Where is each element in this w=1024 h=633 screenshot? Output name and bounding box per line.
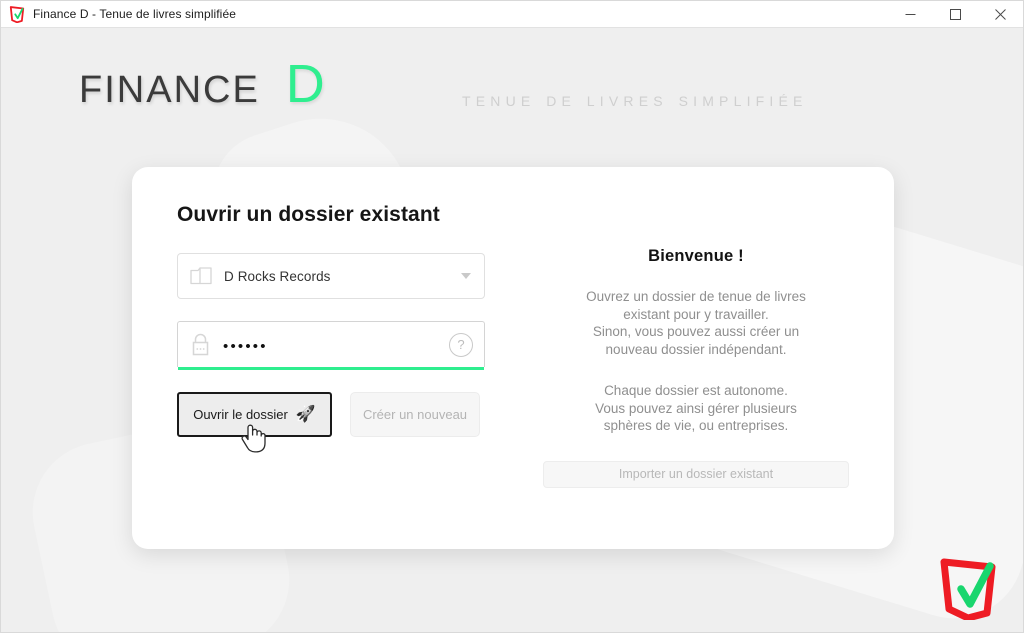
maximize-icon — [950, 8, 961, 20]
welcome-line: sphères de vie, ou entreprises. — [603, 418, 789, 433]
minimize-button[interactable] — [888, 1, 933, 28]
brand-tagline: Tenue de livres simplifiée — [462, 89, 808, 111]
form-button-row: Ouvrir le dossier 🚀 Créer un nouveau — [177, 392, 485, 453]
welcome-line: Vous pouvez ainsi gérer plusieurs — [595, 400, 797, 416]
brand-accent-letter: D — [285, 54, 325, 114]
titlebar: Finance D - Tenue de livres simplifiée — [1, 1, 1023, 28]
card-title: Ouvrir un dossier existant — [177, 203, 440, 226]
welcome-title: Bienvenue ! — [648, 247, 744, 265]
welcome-line: Sinon, vous pouvez aussi créer un — [592, 324, 800, 339]
maximize-button[interactable] — [933, 1, 978, 28]
folder-select-value: D Rocks Records — [224, 268, 331, 284]
welcome-panel: Bienvenue ! Ouvrez un dossier de tenue d… — [541, 247, 851, 488]
minimize-icon — [905, 13, 916, 15]
welcome-paragraph-2: Chaque dossier est autonome. Vous pouvez… — [541, 382, 851, 435]
password-focus-underline — [178, 367, 484, 370]
open-folder-button[interactable]: Ouvrir le dossier 🚀 — [177, 392, 332, 437]
open-folder-form: D Rocks Records •••••• ? Ouvrir le dossi… — [177, 253, 485, 453]
password-help-icon[interactable]: ? — [449, 332, 473, 357]
create-new-folder-button-label: Créer un nouveau — [362, 407, 468, 422]
app-icon — [9, 6, 25, 23]
close-button[interactable] — [978, 1, 1023, 28]
brand-name: Finance — [79, 54, 260, 114]
password-masked-value: •••••• — [223, 337, 268, 355]
app-window: Finance D - Tenue de livres simplifiée f… — [0, 0, 1024, 633]
folder-select[interactable]: D Rocks Records — [177, 253, 485, 299]
chevron-down-icon[interactable] — [461, 273, 471, 279]
welcome-line: nouveau dossier indépendant. — [605, 341, 787, 357]
welcome-line: existant pour y travailler. — [623, 306, 769, 322]
corner-logo-icon — [940, 558, 996, 620]
welcome-line: Chaque dossier est autonome. — [604, 383, 788, 398]
window-controls — [888, 1, 1023, 28]
folder-icon — [190, 267, 212, 285]
open-folder-button-label: Ouvrir le dossier — [193, 407, 288, 422]
create-new-folder-button[interactable]: Créer un nouveau — [350, 392, 480, 437]
welcome-paragraph-1: Ouvrez un dossier de tenue de livres exi… — [541, 288, 851, 358]
rocket-icon: 🚀 — [295, 405, 316, 423]
close-icon — [995, 8, 1006, 20]
import-existing-folder-button[interactable]: Importer un dossier existant — [543, 460, 849, 488]
lock-icon — [192, 333, 209, 355]
main-card: Ouvrir un dossier existant D Rocks Recor… — [132, 167, 894, 549]
import-existing-folder-button-label: Importer un dossier existant — [618, 467, 774, 481]
window-title: Finance D - Tenue de livres simplifiée — [33, 7, 237, 21]
brand-logotype: Finance D — [79, 57, 325, 111]
welcome-line: Ouvrez un dossier de tenue de livres — [586, 289, 806, 304]
password-input[interactable]: •••••• ? — [177, 321, 485, 370]
